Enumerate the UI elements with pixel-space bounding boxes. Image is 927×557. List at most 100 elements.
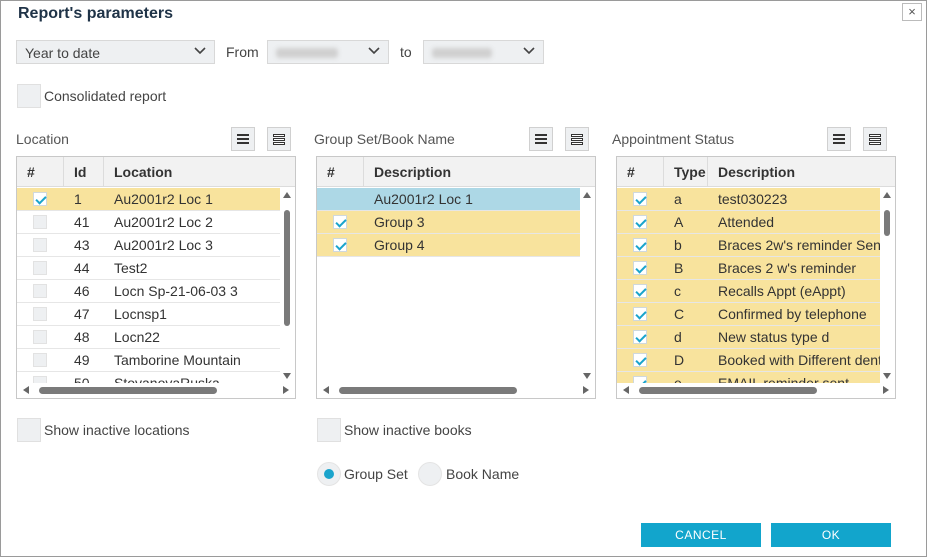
scroll-left-arrow-icon[interactable]: [623, 386, 629, 394]
group-panel-title: Group Set/Book Name: [314, 131, 455, 147]
location-vertical-scrollbar[interactable]: [280, 188, 294, 383]
location-row[interactable]: 48 Locn22: [17, 326, 280, 349]
checkbox-checked-icon[interactable]: [33, 192, 47, 206]
group-row[interactable]: Group 3: [317, 211, 580, 234]
scroll-thumb[interactable]: [339, 387, 517, 394]
close-button[interactable]: ×: [902, 3, 922, 21]
scroll-right-arrow-icon[interactable]: [283, 386, 289, 394]
appointment-type-cell: A: [674, 214, 684, 230]
scroll-thumb[interactable]: [284, 210, 290, 326]
group-description-cell: Group 4: [374, 237, 425, 253]
checkbox-unchecked-icon[interactable]: [33, 238, 47, 252]
book-name-radio[interactable]: [418, 462, 442, 486]
location-row[interactable]: 49 Tamborine Mountain: [17, 349, 280, 372]
show-inactive-locations-checkbox[interactable]: [17, 418, 41, 442]
chevron-down-icon: [368, 47, 380, 55]
appointment-horizontal-scrollbar[interactable]: [617, 383, 895, 397]
appointment-row[interactable]: D Booked with Different dentist: [617, 349, 880, 372]
appointment-deselect-all-button[interactable]: [863, 127, 887, 151]
checkbox-unchecked-icon[interactable]: [33, 284, 47, 298]
location-id-cell: 1: [74, 191, 82, 207]
scroll-up-arrow-icon[interactable]: [883, 192, 891, 198]
group-horizontal-scrollbar[interactable]: [317, 383, 595, 397]
scroll-down-arrow-icon[interactable]: [883, 373, 891, 379]
appointment-row[interactable]: B Braces 2 w's reminder: [617, 257, 880, 280]
scroll-left-arrow-icon[interactable]: [23, 386, 29, 394]
checkbox-checked-icon[interactable]: [633, 284, 647, 298]
from-date-select[interactable]: [267, 40, 389, 64]
chevron-down-icon: [194, 47, 206, 55]
appointment-vertical-scrollbar[interactable]: [880, 188, 894, 383]
scroll-down-arrow-icon[interactable]: [583, 373, 591, 379]
location-row[interactable]: 46 Locn Sp-21-06-03 3: [17, 280, 280, 303]
checkbox-checked-icon[interactable]: [633, 330, 647, 344]
appointment-description-cell: Braces 2w's reminder Sent: [718, 237, 880, 253]
from-label: From: [226, 44, 259, 60]
location-row[interactable]: 43 Au2001r2 Loc 3: [17, 234, 280, 257]
ok-button[interactable]: OK: [771, 523, 891, 547]
checkbox-unchecked-icon[interactable]: [33, 261, 47, 275]
appointment-panel-title: Appointment Status: [612, 131, 735, 147]
scroll-right-arrow-icon[interactable]: [583, 386, 589, 394]
consolidated-report-checkbox[interactable]: [17, 84, 41, 108]
checkbox-unchecked-icon[interactable]: [33, 330, 47, 344]
checkbox-unchecked-icon[interactable]: [33, 307, 47, 321]
checkbox-checked-icon[interactable]: [633, 261, 647, 275]
checkbox-checked-icon[interactable]: [333, 238, 347, 252]
appointment-row[interactable]: A Attended: [617, 211, 880, 234]
group-vertical-scrollbar[interactable]: [580, 188, 594, 383]
group-select-all-button[interactable]: [529, 127, 553, 151]
col-header-description[interactable]: Description: [364, 157, 580, 187]
col-header-description[interactable]: Description: [708, 157, 880, 187]
col-header-location[interactable]: Location: [104, 157, 280, 187]
location-horizontal-scrollbar[interactable]: [17, 383, 295, 397]
group-deselect-all-button[interactable]: [565, 127, 589, 151]
show-inactive-books-label: Show inactive books: [344, 422, 472, 438]
col-header-type[interactable]: Type: [664, 157, 708, 187]
checkbox-unchecked-icon[interactable]: [33, 353, 47, 367]
group-row[interactable]: Au2001r2 Loc 1: [317, 188, 580, 211]
show-inactive-books-checkbox[interactable]: [317, 418, 341, 442]
col-header-id[interactable]: Id: [64, 157, 104, 187]
location-select-all-button[interactable]: [231, 127, 255, 151]
checkbox-checked-icon[interactable]: [333, 215, 347, 229]
appointment-row[interactable]: C Confirmed by telephone: [617, 303, 880, 326]
appointment-row[interactable]: d New status type d: [617, 326, 880, 349]
location-row[interactable]: 47 Locnsp1: [17, 303, 280, 326]
cancel-button[interactable]: CANCEL: [641, 523, 761, 547]
appointment-row[interactable]: b Braces 2w's reminder Sent: [617, 234, 880, 257]
scroll-thumb[interactable]: [39, 387, 217, 394]
location-panel-title: Location: [16, 131, 69, 147]
period-select-value: Year to date: [25, 45, 100, 61]
scroll-down-arrow-icon[interactable]: [283, 373, 291, 379]
checkbox-checked-icon[interactable]: [633, 353, 647, 367]
location-deselect-all-button[interactable]: [267, 127, 291, 151]
checkbox-checked-icon[interactable]: [633, 307, 647, 321]
col-header-check[interactable]: #: [317, 157, 364, 187]
scroll-up-arrow-icon[interactable]: [283, 192, 291, 198]
scroll-right-arrow-icon[interactable]: [883, 386, 889, 394]
appointment-select-all-button[interactable]: [827, 127, 851, 151]
scroll-left-arrow-icon[interactable]: [323, 386, 329, 394]
list-outline-icon: [571, 134, 583, 146]
col-header-check[interactable]: #: [617, 157, 664, 187]
col-header-check[interactable]: #: [17, 157, 64, 187]
scroll-up-arrow-icon[interactable]: [583, 192, 591, 198]
checkbox-checked-icon[interactable]: [633, 215, 647, 229]
group-description-cell: Au2001r2 Loc 1: [374, 191, 473, 207]
to-date-select[interactable]: [423, 40, 544, 64]
group-row[interactable]: Group 4: [317, 234, 580, 257]
scroll-thumb[interactable]: [884, 210, 890, 236]
group-set-radio[interactable]: [317, 462, 341, 486]
checkbox-checked-icon[interactable]: [633, 238, 647, 252]
period-select[interactable]: Year to date: [16, 40, 215, 64]
location-grid: # Id Location 1 Au2001r2 Loc 1 41 Au2001r2 …: [16, 156, 296, 399]
scroll-thumb[interactable]: [639, 387, 817, 394]
appointment-row[interactable]: a test030223: [617, 188, 880, 211]
location-row[interactable]: 41 Au2001r2 Loc 2: [17, 211, 280, 234]
location-row[interactable]: 1 Au2001r2 Loc 1: [17, 188, 280, 211]
appointment-row[interactable]: c Recalls Appt (eAppt): [617, 280, 880, 303]
checkbox-checked-icon[interactable]: [633, 192, 647, 206]
location-row[interactable]: 44 Test2: [17, 257, 280, 280]
checkbox-unchecked-icon[interactable]: [33, 215, 47, 229]
